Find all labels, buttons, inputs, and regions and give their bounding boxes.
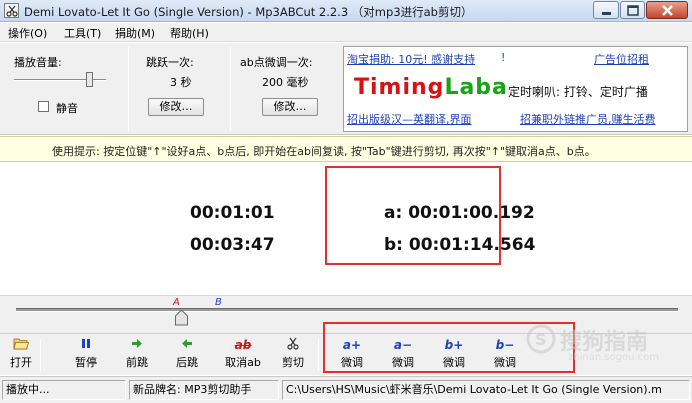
open-folder-icon: [6, 337, 36, 354]
menu-help[interactable]: 帮助(H): [170, 25, 209, 41]
a-marker: A: [173, 297, 180, 308]
timinglaba-logo[interactable]: TimingLaba: [354, 75, 508, 100]
skip-modify-button[interactable]: 修改…: [148, 98, 204, 116]
product-name: 新品牌名: MP3剪切助手: [129, 380, 279, 400]
donate-exclamation: !: [501, 51, 506, 64]
playback-status: 播放中...: [2, 380, 126, 400]
app-scissors-icon[interactable]: [4, 3, 19, 18]
cut-button[interactable]: 剪切: [278, 337, 308, 373]
cancel-ab-icon: ab: [234, 338, 252, 352]
fine-tune-value: 200 毫秒: [262, 76, 309, 89]
menu-operate[interactable]: 操作(O): [8, 25, 47, 41]
donate-link[interactable]: 淘宝捐助: 10元! 感谢支持: [347, 51, 475, 67]
scissors-icon: [278, 337, 308, 354]
close-icon: [662, 5, 673, 16]
usage-hint: 使用提示: 按定位键"↑"设好a点、b点后, 即开始在ab间复读, 按"Tab"…: [52, 145, 596, 158]
mute-label: 静音: [56, 102, 78, 115]
logo-part1: Timing: [354, 75, 445, 100]
maximize-button[interactable]: [620, 1, 645, 19]
status-bar: 播放中... 新品牌名: MP3剪切助手 C:\Users\HS\Music\虾…: [0, 376, 692, 403]
translate-link[interactable]: 招出版级汉—英翻译,界面: [347, 111, 472, 127]
watermark-url: zhinan.sogou.com: [568, 352, 660, 363]
file-path: C:\Users\HS\Music\虾米音乐\Demi Lovato-Let I…: [282, 380, 690, 400]
current-time: 00:01:01: [190, 203, 275, 223]
back-arrow-icon: [172, 337, 202, 354]
open-label: 打开: [10, 356, 32, 369]
skip-label: 跳跃一次:: [146, 56, 194, 69]
seek-thumb[interactable]: [175, 310, 188, 326]
ad-tagline: 定时喇叭: 打铃、定时广播: [508, 85, 648, 99]
menu-donate[interactable]: 捐助(M): [115, 25, 155, 41]
volume-label: 播放音量:: [14, 56, 62, 69]
total-time: 00:03:47: [190, 235, 275, 255]
divider: [230, 47, 231, 131]
pause-label: 暂停: [75, 356, 97, 369]
pause-button[interactable]: 暂停: [71, 337, 101, 373]
ad-banner: 淘宝捐助: 10元! 感谢支持 ! 广告位招租 TimingLaba 定时喇叭:…: [343, 46, 688, 132]
settings-panel: 播放音量: 静音 跳跃一次: 3 秒 修改… ab点微调一次: 200 毫秒 修…: [0, 43, 692, 135]
svg-text:S: S: [535, 330, 547, 349]
close-button[interactable]: [646, 1, 688, 19]
pause-icon: [71, 337, 101, 354]
skip-value: 3 秒: [170, 76, 192, 89]
back-jump-label: 后跳: [176, 356, 198, 369]
recruit-link[interactable]: 招兼职外链推广员,赚生活费: [520, 111, 656, 127]
forward-jump-button[interactable]: 前跳: [122, 337, 152, 373]
forward-jump-label: 前跳: [126, 356, 148, 369]
divider: [318, 339, 319, 371]
time-display: 00:01:01 00:03:47 a: 00:01:00.192 b: 00:…: [0, 163, 692, 295]
mute-checkbox[interactable]: [38, 101, 49, 112]
menu-bar: 操作(O) 工具(T) 捐助(M) 帮助(H): [0, 23, 692, 42]
logo-part2: Laba: [444, 75, 508, 100]
highlight-box: [325, 166, 501, 265]
cut-label: 剪切: [282, 356, 304, 369]
hint-bar: 使用提示: 按定位键"↑"设好a点、b点后, 即开始在ab间复读, 按"Tab"…: [0, 136, 692, 162]
sogou-logo-icon: S: [526, 324, 556, 354]
open-button[interactable]: 打开: [6, 337, 36, 373]
minimize-button[interactable]: [593, 1, 619, 19]
cancel-ab-button[interactable]: ab 取消ab: [222, 337, 264, 373]
title-bar: Demi Lovato-Let It Go (Single Version) -…: [0, 0, 692, 22]
menu-tools[interactable]: 工具(T): [64, 25, 101, 41]
window-title: Demi Lovato-Let It Go (Single Version) -…: [24, 5, 473, 19]
volume-slider-thumb[interactable]: [86, 72, 93, 87]
divider: [128, 47, 129, 131]
forward-arrow-icon: [122, 337, 152, 354]
fine-tune-label: ab点微调一次:: [240, 56, 313, 69]
fine-tune-modify-button[interactable]: 修改…: [262, 98, 318, 116]
ad-rent-link[interactable]: 广告位招租: [594, 51, 649, 67]
cancel-ab-label: 取消ab: [225, 356, 261, 369]
back-jump-button[interactable]: 后跳: [172, 337, 202, 373]
b-marker: B: [215, 297, 222, 308]
divider: [40, 339, 41, 371]
seek-bar[interactable]: [16, 308, 678, 312]
watermark: S 搜狗指南 zhinan.sogou.com: [520, 320, 690, 370]
